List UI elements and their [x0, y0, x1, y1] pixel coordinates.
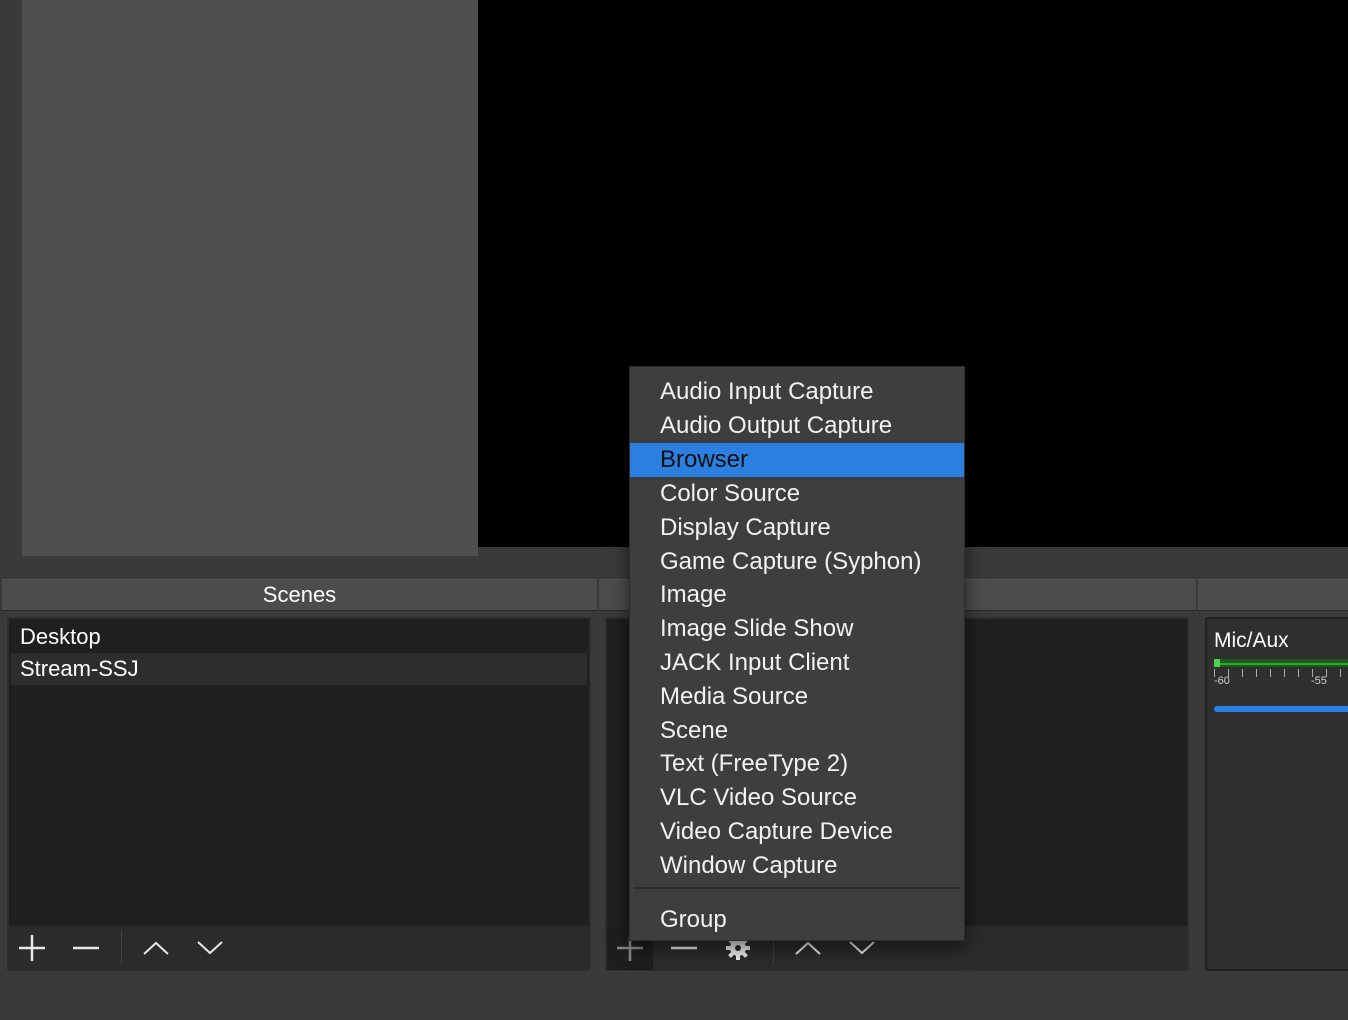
menu-item-video-capture-device[interactable]: Video Capture Device	[630, 815, 964, 849]
audio-mixer-panel: Mic/Aux -60 -55	[1205, 617, 1348, 971]
menu-item-label: Media Source	[660, 683, 809, 710]
scenes-dock-title-label: Scenes	[262, 582, 337, 607]
menu-item-label: Color Source	[660, 480, 801, 507]
meter-scale-label: -60	[1214, 675, 1230, 687]
scenes-dock-title: Scenes	[2, 579, 597, 611]
audio-meter-level	[1214, 663, 1348, 665]
add-scene-button[interactable]	[9, 926, 55, 970]
chevron-up-icon	[143, 941, 169, 955]
menu-item-label: Video Capture Device	[660, 818, 894, 845]
menu-item-label: Display Capture	[660, 514, 831, 541]
minus-icon	[73, 946, 99, 950]
menu-item-label: Audio Input Capture	[660, 378, 874, 405]
menu-item-label: VLC Video Source	[660, 784, 858, 811]
scene-preview-left-area	[22, 0, 478, 556]
scenes-panel: Desktop Stream-SSJ	[7, 617, 591, 971]
menu-item-jack-input-client[interactable]: JACK Input Client	[630, 646, 964, 680]
audio-meter-peak	[1214, 659, 1220, 667]
toolbar-separator	[121, 932, 122, 964]
menu-item-label: JACK Input Client	[660, 649, 850, 676]
menu-item-label: Scene	[660, 717, 729, 744]
menu-item-display-capture[interactable]: Display Capture	[630, 511, 964, 545]
scene-list-item[interactable]: Stream-SSJ	[11, 653, 587, 685]
menu-item-label: Game Capture (Syphon)	[660, 548, 922, 575]
plus-icon	[19, 935, 45, 961]
scenes-toolbar	[9, 925, 589, 969]
menu-item-label: Audio Output Capture	[660, 412, 893, 439]
menu-item-label: Group	[660, 906, 727, 933]
menu-item-vlc-video-source[interactable]: VLC Video Source	[630, 781, 964, 815]
menu-item-media-source[interactable]: Media Source	[630, 680, 964, 714]
menu-item-image-slide-show[interactable]: Image Slide Show	[630, 612, 964, 646]
scene-label: Desktop	[20, 624, 101, 649]
menu-item-label: Image Slide Show	[660, 615, 854, 642]
menu-item-game-capture-syphon[interactable]: Game Capture (Syphon)	[630, 545, 964, 579]
menu-item-image[interactable]: Image	[630, 578, 964, 612]
menu-item-window-capture[interactable]: Window Capture	[630, 849, 964, 883]
menu-item-color-source[interactable]: Color Source	[630, 477, 964, 511]
audio-meter-ticks	[1214, 669, 1348, 677]
menu-item-group[interactable]: Group	[630, 903, 964, 937]
menu-item-audio-output-capture[interactable]: Audio Output Capture	[630, 409, 964, 443]
menu-item-label: Browser	[660, 446, 749, 473]
mixer-dock-title	[1198, 579, 1348, 611]
volume-slider[interactable]	[1214, 706, 1348, 712]
add-source-context-menu: Audio Input Capture Audio Output Capture…	[629, 366, 965, 941]
move-scene-down-button[interactable]	[187, 926, 233, 970]
menu-separator	[634, 887, 960, 889]
move-scene-up-button[interactable]	[133, 926, 179, 970]
menu-item-browser[interactable]: Browser	[630, 443, 964, 477]
menu-item-scene[interactable]: Scene	[630, 714, 964, 748]
menu-item-label: Text (FreeType 2)	[660, 750, 849, 777]
menu-item-label: Window Capture	[660, 852, 838, 879]
chevron-down-icon	[849, 941, 875, 955]
chevron-up-icon	[795, 941, 821, 955]
menu-item-text-freetype2[interactable]: Text (FreeType 2)	[630, 747, 964, 781]
chevron-down-icon	[197, 941, 223, 955]
menu-item-label: Image	[660, 581, 727, 608]
menu-item-audio-input-capture[interactable]: Audio Input Capture	[630, 375, 964, 409]
remove-scene-button[interactable]	[63, 926, 109, 970]
mixer-source-label: Mic/Aux	[1214, 629, 1289, 652]
meter-scale-label: -55	[1311, 675, 1327, 687]
scene-label: Stream-SSJ	[20, 656, 139, 681]
scene-list-item[interactable]: Desktop	[11, 621, 587, 653]
